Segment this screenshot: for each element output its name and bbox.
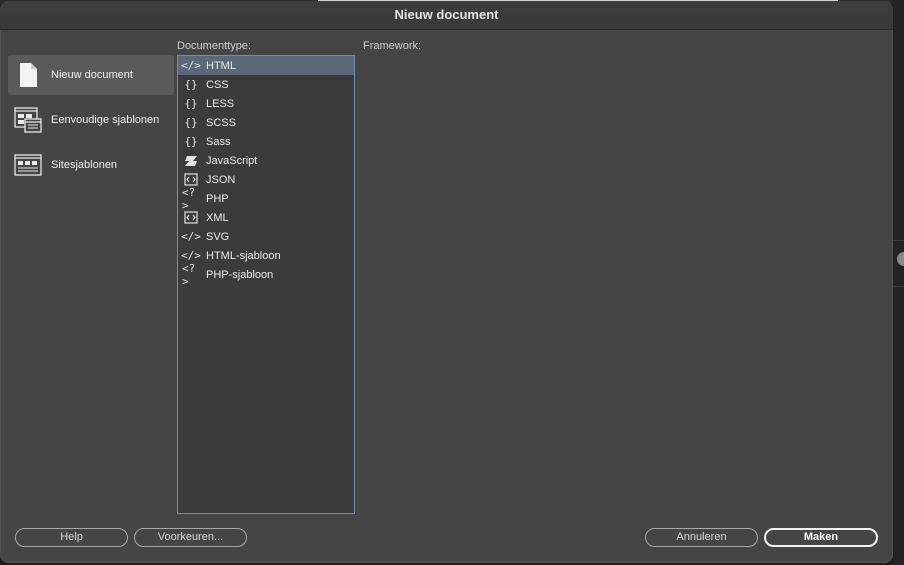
code-tag-icon: </> [181, 230, 201, 243]
php-icon: <?> [182, 185, 196, 212]
background-divider [893, 240, 904, 241]
list-item-label: HTML-sjabloon [206, 249, 281, 262]
php-icon: <?> [182, 261, 196, 288]
list-item-php-template[interactable]: <?> PHP-sjabloon [178, 261, 354, 288]
background-right-strip [893, 0, 904, 565]
list-item-svg[interactable]: </> SVG [178, 227, 354, 246]
list-item-label: JSON [206, 173, 236, 186]
sidebar-item-new-document[interactable]: Nieuw document [8, 55, 174, 95]
braces-icon: {} [184, 78, 198, 91]
list-item-sass[interactable]: {} Sass [178, 132, 354, 151]
preferences-button[interactable]: Voorkeuren... [134, 528, 247, 547]
list-item-label: PHP [206, 192, 229, 205]
list-item-label: LESS [206, 97, 235, 110]
list-item-json[interactable]: JSON [178, 170, 354, 189]
sidebar-item-site-templates[interactable]: Sitesjablonen [8, 145, 174, 185]
category-sidebar: Nieuw document Eenvoudige sjablonen Site… [8, 55, 174, 190]
list-item-label: Sass [206, 135, 231, 148]
braces-icon: {} [184, 97, 198, 110]
list-item-label: XML [206, 211, 229, 224]
dialog-titlebar[interactable]: Nieuw document [0, 1, 893, 30]
starter-templates-icon [13, 105, 43, 135]
site-templates-icon [13, 150, 43, 180]
list-item-label: SVG [206, 230, 230, 243]
framework-label: Framework: [363, 40, 422, 52]
new-document-dialog: Nieuw document Nieuw document Eenvoudige… [0, 1, 893, 563]
list-item-html-template[interactable]: </> HTML-sjabloon [178, 246, 354, 265]
list-item-label: CSS [206, 78, 229, 91]
background-divider [893, 286, 904, 287]
xml-icon [182, 211, 200, 225]
list-item-label: SCSS [206, 116, 236, 129]
create-button[interactable]: Maken [764, 528, 878, 547]
blank-document-icon [13, 60, 43, 90]
documenttype-label: Documenttype: [177, 40, 251, 52]
json-icon [182, 173, 200, 187]
braces-icon: {} [184, 116, 198, 129]
sidebar-item-label: Sitesjablonen [51, 159, 118, 171]
list-item-label: PHP-sjabloon [206, 268, 274, 281]
sidebar-item-starter-templates[interactable]: Eenvoudige sjablonen [8, 100, 174, 140]
list-item-less[interactable]: {} LESS [178, 94, 354, 113]
list-item-label: JavaScript [206, 154, 258, 167]
cancel-button[interactable]: Annuleren [645, 528, 758, 547]
list-item-css[interactable]: {} CSS [178, 75, 354, 94]
code-tag-icon: </> [181, 249, 201, 262]
sidebar-item-label: Nieuw document [51, 69, 133, 81]
sidebar-item-label: Eenvoudige sjablonen [51, 114, 160, 126]
javascript-icon [182, 154, 200, 168]
dialog-title: Nieuw document [394, 7, 499, 22]
help-button[interactable]: Help [15, 528, 128, 547]
list-item-xml[interactable]: XML [178, 208, 354, 227]
braces-icon: {} [184, 135, 198, 148]
list-item-label: HTML [206, 59, 236, 72]
list-item-scss[interactable]: {} SCSS [178, 113, 354, 132]
code-tag-icon: </> [181, 59, 201, 72]
list-item-html[interactable]: </> HTML [178, 56, 354, 75]
document-type-list[interactable]: </> HTML {} CSS {} LESS {} SCSS {} Sass … [177, 55, 355, 514]
background-scroll-mark [897, 252, 904, 266]
list-item-javascript[interactable]: JavaScript [178, 151, 354, 170]
list-item-php[interactable]: <?> PHP [178, 185, 354, 212]
